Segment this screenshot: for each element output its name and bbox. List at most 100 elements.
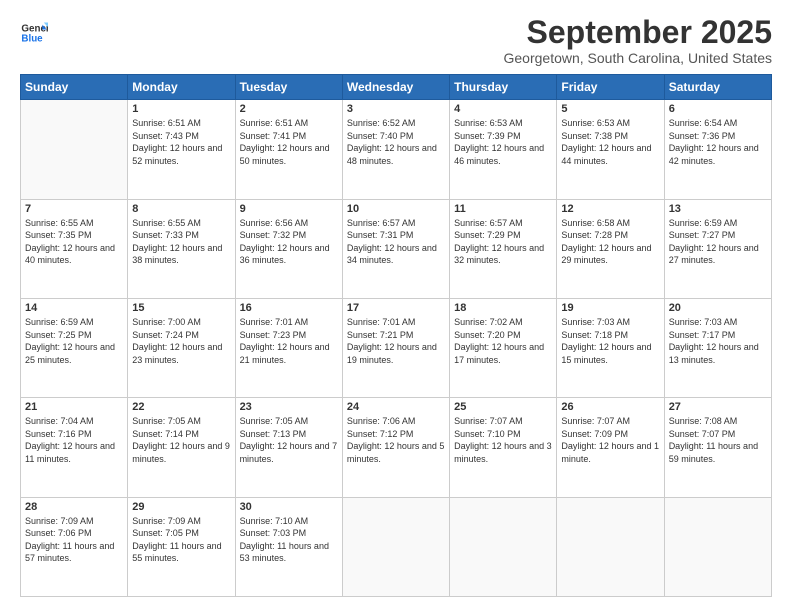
cell-day-number: 9 xyxy=(240,203,338,215)
table-cell: 10 Sunrise: 6:57 AMSunset: 7:31 PMDayligh… xyxy=(342,199,449,298)
cell-sun-info: Sunrise: 6:57 AMSunset: 7:29 PMDaylight:… xyxy=(454,217,552,267)
table-cell: 25 Sunrise: 7:07 AMSunset: 7:10 PMDayligh… xyxy=(450,398,557,497)
cell-sun-info: Sunrise: 6:55 AMSunset: 7:33 PMDaylight:… xyxy=(132,217,230,267)
cell-day-number: 30 xyxy=(240,501,338,513)
cell-sun-info: Sunrise: 7:01 AMSunset: 7:21 PMDaylight:… xyxy=(347,316,445,366)
table-cell: 27 Sunrise: 7:08 AMSunset: 7:07 PMDayligh… xyxy=(664,398,771,497)
cell-day-number: 29 xyxy=(132,501,230,513)
cell-sun-info: Sunrise: 7:00 AMSunset: 7:24 PMDaylight:… xyxy=(132,316,230,366)
col-saturday: Saturday xyxy=(664,75,771,100)
table-cell: 2Sunrise: 6:51 AMSunset: 7:41 PMDaylight… xyxy=(235,100,342,199)
cell-day-number: 1 xyxy=(132,103,230,115)
table-cell: 24 Sunrise: 7:06 AMSunset: 7:12 PMDayligh… xyxy=(342,398,449,497)
cell-day-number: 17 xyxy=(347,302,445,314)
cell-sun-info: Sunrise: 6:55 AMSunset: 7:35 PMDaylight:… xyxy=(25,217,123,267)
cell-sun-info: Sunrise: 7:09 AMSunset: 7:06 PMDaylight:… xyxy=(25,515,123,565)
cell-day-number: 28 xyxy=(25,501,123,513)
cell-day-number: 13 xyxy=(669,203,767,215)
table-cell: 29 Sunrise: 7:09 AMSunset: 7:05 PMDayligh… xyxy=(128,497,235,596)
cell-sun-info: Sunrise: 7:07 AMSunset: 7:09 PMDaylight:… xyxy=(561,415,659,465)
cell-sun-info: Sunrise: 6:52 AMSunset: 7:40 PMDaylight:… xyxy=(347,117,445,167)
cell-day-number: 16 xyxy=(240,302,338,314)
cell-day-number: 6 xyxy=(669,103,767,115)
table-cell xyxy=(664,497,771,596)
table-cell: 26 Sunrise: 7:07 AMSunset: 7:09 PMDayligh… xyxy=(557,398,664,497)
cell-day-number: 24 xyxy=(347,401,445,413)
logo-icon: General Blue xyxy=(20,19,48,47)
table-cell xyxy=(342,497,449,596)
table-cell: 5 Sunrise: 6:53 AMSunset: 7:38 PMDaylight… xyxy=(557,100,664,199)
cell-sun-info: Sunrise: 6:53 AMSunset: 7:38 PMDaylight:… xyxy=(561,117,659,167)
cell-day-number: 21 xyxy=(25,401,123,413)
col-sunday: Sunday xyxy=(21,75,128,100)
col-monday: Monday xyxy=(128,75,235,100)
table-cell: 7 Sunrise: 6:55 AMSunset: 7:35 PMDaylight… xyxy=(21,199,128,298)
svg-text:Blue: Blue xyxy=(21,33,43,44)
cell-sun-info: Sunrise: 7:06 AMSunset: 7:12 PMDaylight:… xyxy=(347,415,445,465)
cell-day-number: 14 xyxy=(25,302,123,314)
cell-sun-info: Sunrise: 6:56 AMSunset: 7:32 PMDaylight:… xyxy=(240,217,338,267)
table-cell: 4 Sunrise: 6:53 AMSunset: 7:39 PMDaylight… xyxy=(450,100,557,199)
cell-day-number: 4 xyxy=(454,103,552,115)
table-cell: 23 Sunrise: 7:05 AMSunset: 7:13 PMDayligh… xyxy=(235,398,342,497)
cell-day-number: 18 xyxy=(454,302,552,314)
month-title: September 2025 xyxy=(504,15,773,50)
logo: General Blue xyxy=(20,19,48,47)
table-cell: 6Sunrise: 6:54 AMSunset: 7:36 PMDaylight… xyxy=(664,100,771,199)
calendar: Sunday Monday Tuesday Wednesday Thursday… xyxy=(20,74,772,597)
table-cell: 21 Sunrise: 7:04 AMSunset: 7:16 PMDayligh… xyxy=(21,398,128,497)
cell-sun-info: Sunrise: 7:01 AMSunset: 7:23 PMDaylight:… xyxy=(240,316,338,366)
cell-sun-info: Sunrise: 7:02 AMSunset: 7:20 PMDaylight:… xyxy=(454,316,552,366)
table-cell: 20Sunrise: 7:03 AMSunset: 7:17 PMDayligh… xyxy=(664,298,771,397)
cell-day-number: 25 xyxy=(454,401,552,413)
table-cell: 9 Sunrise: 6:56 AMSunset: 7:32 PMDaylight… xyxy=(235,199,342,298)
table-cell: 30Sunrise: 7:10 AMSunset: 7:03 PMDayligh… xyxy=(235,497,342,596)
cell-day-number: 27 xyxy=(669,401,767,413)
cell-sun-info: Sunrise: 6:59 AMSunset: 7:25 PMDaylight:… xyxy=(25,316,123,366)
week-row-3: 14 Sunrise: 6:59 AMSunset: 7:25 PMDayligh… xyxy=(21,298,772,397)
cell-sun-info: Sunrise: 7:05 AMSunset: 7:14 PMDaylight:… xyxy=(132,415,230,465)
table-cell: 16 Sunrise: 7:01 AMSunset: 7:23 PMDayligh… xyxy=(235,298,342,397)
table-cell: 18 Sunrise: 7:02 AMSunset: 7:20 PMDayligh… xyxy=(450,298,557,397)
cell-day-number: 5 xyxy=(561,103,659,115)
cell-sun-info: Sunrise: 6:51 AMSunset: 7:43 PMDaylight:… xyxy=(132,117,230,167)
week-row-4: 21 Sunrise: 7:04 AMSunset: 7:16 PMDayligh… xyxy=(21,398,772,497)
cell-day-number: 23 xyxy=(240,401,338,413)
cell-day-number: 22 xyxy=(132,401,230,413)
table-cell xyxy=(450,497,557,596)
cell-day-number: 19 xyxy=(561,302,659,314)
header: General Blue September 2025 Georgetown, … xyxy=(20,15,772,66)
cell-day-number: 2 xyxy=(240,103,338,115)
calendar-header-row: Sunday Monday Tuesday Wednesday Thursday… xyxy=(21,75,772,100)
cell-sun-info: Sunrise: 7:04 AMSunset: 7:16 PMDaylight:… xyxy=(25,415,123,465)
cell-day-number: 26 xyxy=(561,401,659,413)
cell-sun-info: Sunrise: 7:03 AMSunset: 7:18 PMDaylight:… xyxy=(561,316,659,366)
table-cell xyxy=(21,100,128,199)
table-cell: 22 Sunrise: 7:05 AMSunset: 7:14 PMDayligh… xyxy=(128,398,235,497)
table-cell xyxy=(557,497,664,596)
table-cell: 8Sunrise: 6:55 AMSunset: 7:33 PMDaylight… xyxy=(128,199,235,298)
col-friday: Friday xyxy=(557,75,664,100)
table-cell: 13 Sunrise: 6:59 AMSunset: 7:27 PMDayligh… xyxy=(664,199,771,298)
cell-sun-info: Sunrise: 7:08 AMSunset: 7:07 PMDaylight:… xyxy=(669,415,767,465)
cell-sun-info: Sunrise: 7:09 AMSunset: 7:05 PMDaylight:… xyxy=(132,515,230,565)
table-cell: 11 Sunrise: 6:57 AMSunset: 7:29 PMDayligh… xyxy=(450,199,557,298)
cell-day-number: 12 xyxy=(561,203,659,215)
cell-day-number: 11 xyxy=(454,203,552,215)
table-cell: 3Sunrise: 6:52 AMSunset: 7:40 PMDaylight… xyxy=(342,100,449,199)
cell-sun-info: Sunrise: 6:53 AMSunset: 7:39 PMDaylight:… xyxy=(454,117,552,167)
cell-sun-info: Sunrise: 7:07 AMSunset: 7:10 PMDaylight:… xyxy=(454,415,552,465)
cell-sun-info: Sunrise: 7:05 AMSunset: 7:13 PMDaylight:… xyxy=(240,415,338,465)
table-cell: 14 Sunrise: 6:59 AMSunset: 7:25 PMDayligh… xyxy=(21,298,128,397)
table-cell: 15 Sunrise: 7:00 AMSunset: 7:24 PMDayligh… xyxy=(128,298,235,397)
week-row-1: 1 Sunrise: 6:51 AMSunset: 7:43 PMDaylight… xyxy=(21,100,772,199)
cell-sun-info: Sunrise: 6:58 AMSunset: 7:28 PMDaylight:… xyxy=(561,217,659,267)
col-tuesday: Tuesday xyxy=(235,75,342,100)
cell-sun-info: Sunrise: 6:57 AMSunset: 7:31 PMDaylight:… xyxy=(347,217,445,267)
cell-sun-info: Sunrise: 6:59 AMSunset: 7:27 PMDaylight:… xyxy=(669,217,767,267)
cell-day-number: 10 xyxy=(347,203,445,215)
title-block: September 2025 Georgetown, South Carolin… xyxy=(504,15,773,66)
cell-day-number: 15 xyxy=(132,302,230,314)
table-cell: 17 Sunrise: 7:01 AMSunset: 7:21 PMDayligh… xyxy=(342,298,449,397)
cell-day-number: 7 xyxy=(25,203,123,215)
